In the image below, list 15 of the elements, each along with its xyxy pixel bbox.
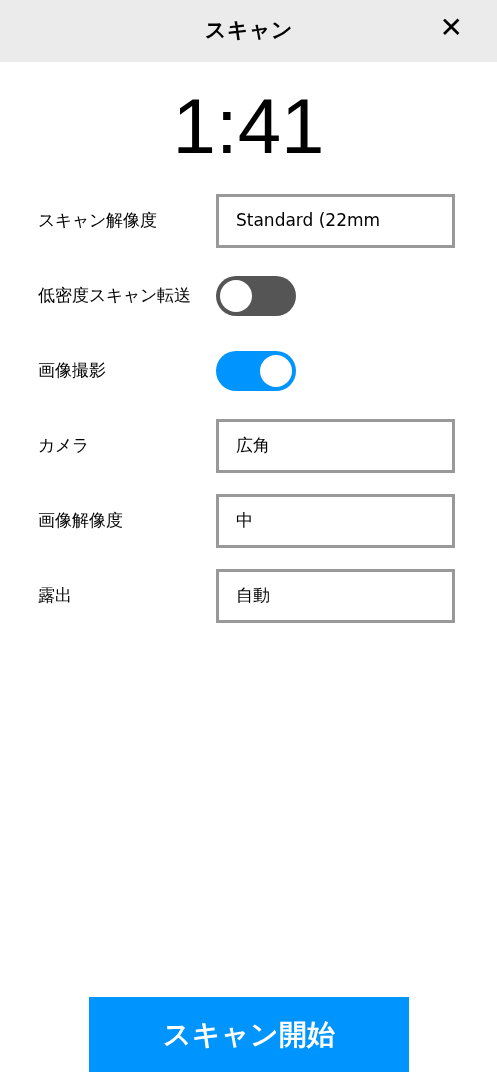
select-field[interactable]: 広角: [216, 418, 455, 473]
countdown-timer: 1:41: [171, 84, 326, 170]
close-button[interactable]: ✕: [439, 14, 463, 42]
select-field[interactable]: 中: [216, 493, 455, 548]
window-title: スキャン: [204, 17, 293, 45]
setting-label: スキャン解像度: [38, 209, 158, 233]
select-field[interactable]: 自動: [216, 568, 455, 623]
setting-label: 画像撮影: [38, 359, 107, 383]
select-field[interactable]: Standard (22mm: [216, 193, 455, 248]
setting-label: 露出: [38, 584, 73, 608]
toggle-switch[interactable]: [216, 350, 296, 391]
setting-label: カメラ: [38, 434, 90, 458]
toggle-switch[interactable]: [216, 275, 296, 316]
setting-label: 低密度スキャン転送: [38, 284, 192, 308]
setting-label: 画像解像度: [38, 509, 124, 533]
